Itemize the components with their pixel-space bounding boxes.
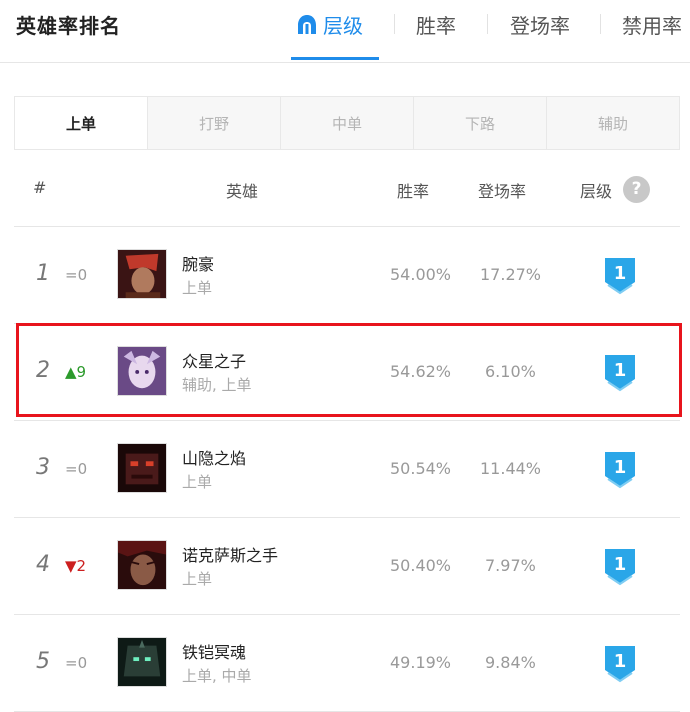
hero-name[interactable]: 诺克萨斯之手	[182, 542, 278, 566]
tab-tier[interactable]: 层级	[297, 10, 363, 39]
winrate-value: 50.40%	[390, 556, 452, 575]
hero-lanes: 上单	[182, 570, 213, 588]
lane-tab-support[interactable]: 辅助	[546, 97, 679, 149]
hero-table: 1 =0 腕豪 上单 54.00% 17.27% 1 2 ▲9 众星之子 辅助,…	[14, 226, 680, 712]
rank-number: 1	[36, 261, 50, 286]
rank-change: ▼2	[65, 557, 87, 575]
lane-selector: 上单 打野 中单 下路 辅助	[14, 96, 680, 150]
hero-lanes: 上单	[182, 473, 213, 491]
hero-name[interactable]: 腕豪	[182, 251, 214, 275]
hero-avatar[interactable]	[117, 346, 167, 396]
tier-badge-icon: 1	[605, 452, 635, 489]
hero-avatar[interactable]	[117, 637, 167, 687]
page-title: 英雄率排名	[16, 14, 121, 38]
winrate-value: 54.00%	[390, 265, 452, 284]
tab-divider	[600, 14, 601, 34]
hero-lanes: 上单, 中单	[182, 667, 252, 685]
column-header-rank: #	[33, 178, 47, 197]
rank-change: =0	[65, 654, 88, 672]
winrate-value: 54.62%	[390, 362, 452, 381]
lane-tab-jungle[interactable]: 打野	[147, 97, 280, 149]
hero-avatar[interactable]	[117, 443, 167, 493]
hero-name[interactable]: 山隐之焰	[182, 445, 246, 469]
rank-number: 3	[36, 455, 50, 480]
tier-number: 1	[614, 360, 627, 381]
table-row[interactable]: 3 =0 山隐之焰 上单 50.54% 11.44% 1	[14, 421, 680, 518]
tier-badge-icon: 1	[605, 549, 635, 586]
pickrate-value: 17.27%	[480, 265, 542, 284]
tier-number: 1	[614, 457, 627, 478]
top-header: 英雄率排名 层级 胜率 登场率 禁用率	[0, 0, 690, 63]
column-header-winrate[interactable]: 胜率	[397, 178, 429, 202]
table-row[interactable]: 4 ▼2 诺克萨斯之手 上单 50.40% 7.97% 1	[14, 518, 680, 615]
table-row[interactable]: 1 =0 腕豪 上单 54.00% 17.27% 1	[14, 227, 680, 324]
pickrate-value: 7.97%	[485, 556, 536, 575]
pickrate-value: 11.44%	[480, 459, 542, 478]
hero-lanes: 上单	[182, 279, 213, 297]
rank-number: 4	[36, 552, 50, 577]
hero-name[interactable]: 众星之子	[182, 348, 246, 372]
column-header-tier: 层级	[580, 182, 613, 201]
rank-change: =0	[65, 460, 88, 478]
hero-lanes: 辅助, 上单	[182, 376, 252, 394]
hero-avatar[interactable]	[117, 540, 167, 590]
tier-badge-icon: 1	[605, 646, 635, 683]
tab-winrate[interactable]: 胜率	[416, 10, 456, 39]
tab-pickrate[interactable]: 登场率	[510, 10, 570, 39]
tier-badge-icon: 1	[605, 258, 635, 295]
winrate-value: 49.19%	[390, 653, 452, 672]
tab-tier-label: 层级	[323, 14, 363, 38]
tier-number: 1	[614, 263, 627, 284]
column-header-pickrate[interactable]: 登场率	[478, 178, 526, 202]
tier-number: 1	[614, 554, 627, 575]
lane-tab-bot[interactable]: 下路	[413, 97, 546, 149]
tier-number: 1	[614, 651, 627, 672]
winrate-value: 50.54%	[390, 459, 452, 478]
table-row[interactable]: 5 =0 铁铠冥魂 上单, 中单 49.19% 9.84% 1	[14, 615, 680, 712]
rank-number: 2	[36, 358, 50, 383]
lane-tab-mid[interactable]: 中单	[280, 97, 413, 149]
tier-badge-icon: 1	[605, 355, 635, 392]
pickrate-value: 6.10%	[485, 362, 536, 381]
rank-change: =0	[65, 266, 88, 284]
help-icon[interactable]: ?	[623, 176, 650, 203]
hero-avatar[interactable]	[117, 249, 167, 299]
lane-tab-top[interactable]: 上单	[15, 97, 147, 149]
column-header-hero: 英雄	[226, 182, 259, 201]
hero-name[interactable]: 铁铠冥魂	[182, 639, 246, 663]
helmet-icon	[298, 15, 316, 34]
active-tab-underline	[291, 57, 379, 60]
tab-divider	[394, 14, 395, 34]
pickrate-value: 9.84%	[485, 653, 536, 672]
rank-number: 5	[36, 649, 50, 674]
tab-banrate[interactable]: 禁用率	[622, 10, 682, 39]
tab-divider	[487, 14, 488, 34]
rank-change: ▲9	[65, 363, 87, 381]
table-row[interactable]: 2 ▲9 众星之子 辅助, 上单 54.62% 6.10% 1	[14, 324, 680, 421]
